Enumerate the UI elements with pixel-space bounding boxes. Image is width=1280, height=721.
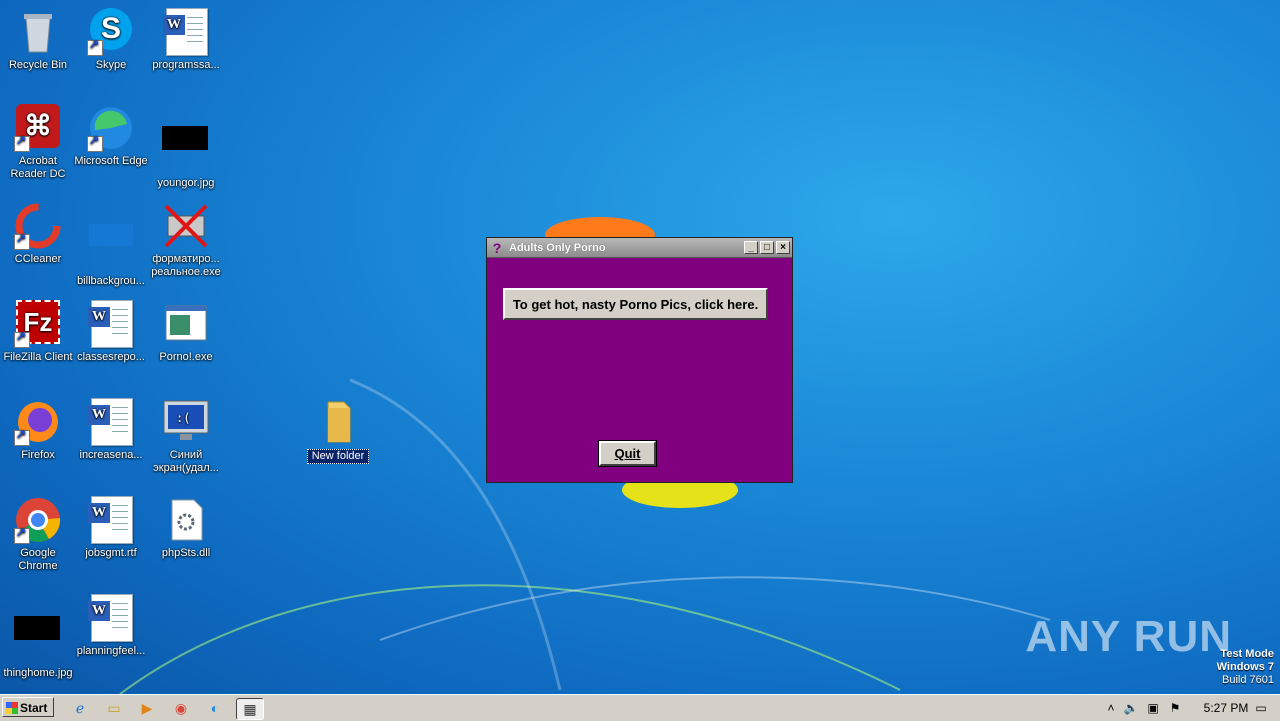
ie-icon[interactable]: ℯ [70,698,90,718]
windows-flag-icon [6,702,18,714]
desktop-icon-recycle-bin[interactable]: Recycle Bin [0,8,76,72]
svg-text::(: :( [176,411,190,425]
minimize-button[interactable]: _ [744,241,758,254]
desktop-icon-skype[interactable]: S Skype [73,8,149,72]
desktop-icon-firefox[interactable]: Firefox [0,398,76,462]
desktop-icon-programssa[interactable]: W programssa... [148,8,224,72]
broken-executable-icon [162,202,210,250]
action-center-flag-icon[interactable]: ⚑ [1164,701,1186,715]
desktop-icon-classesrepo[interactable]: W classesrepo... [73,300,149,364]
word-document-icon: W [162,8,210,56]
shortcut-arrow-icon [14,330,30,348]
running-app-icon[interactable]: ▦ [236,698,264,720]
network-icon[interactable]: ▣ [1142,701,1164,715]
shortcut-arrow-icon [14,232,30,250]
desktop-icon-new-folder[interactable]: New folder [300,398,376,464]
acrobat-icon: ⌘ [14,104,62,152]
desktop-icon-porno-exe[interactable]: Porno!.exe [148,300,224,364]
ccleaner-icon [14,202,62,250]
clock[interactable]: 5:27 PM [1198,701,1254,715]
word-document-icon: W [87,496,135,544]
desktop-icon-billbackground[interactable]: billbackgrou... [73,202,149,288]
desktop-icon-ccleaner[interactable]: CCleaner [0,202,76,266]
chrome-taskbar-icon[interactable]: ◉ [171,698,191,718]
test-mode-line2: Windows 7 [1216,661,1274,673]
image-thumbnail-icon [14,616,62,664]
shortcut-arrow-icon [14,428,30,446]
taskbar: Start ℯ ▭ ▶ ◉ ◐ ▦ ˄ 🔈 ▣ ⚑ 5:27 PM ▭ [0,694,1280,721]
word-document-icon: W [87,594,135,642]
window-titlebar[interactable]: ? Adults Only Porno _ □ × [487,238,792,258]
edge-icon [87,104,135,152]
desktop-icon-increasena[interactable]: W increasena... [73,398,149,462]
desktop-icon-filezilla[interactable]: Fz FileZilla Client [0,300,76,364]
folder-icon [314,398,362,446]
word-document-icon: W [87,300,135,348]
explorer-folder-icon[interactable]: ▭ [104,698,124,718]
desktop-icon-chrome[interactable]: Google Chrome [0,496,76,573]
desktop-icon-acrobat[interactable]: ⌘ Acrobat Reader DC [0,104,76,181]
image-thumbnail-icon [87,224,135,272]
desktop-icon-formatirovanie[interactable]: форматиро... реальное.exe [148,202,224,279]
quit-button[interactable]: Quit [598,440,657,467]
start-button[interactable]: Start [2,697,54,717]
shortcut-arrow-icon [87,134,103,152]
image-thumbnail-icon [162,126,210,174]
desktop-icon-planningfeel[interactable]: W planningfeel... [73,594,149,658]
adults-only-window: ? Adults Only Porno _ □ × To get hot, na… [486,237,793,483]
word-document-icon: W [87,398,135,446]
media-player-icon[interactable]: ▶ [137,698,157,718]
dll-gear-icon [162,496,210,544]
executable-icon [162,300,210,348]
window-title: Adults Only Porno [509,241,606,254]
maximize-button[interactable]: □ [760,241,774,254]
chrome-icon [14,496,62,544]
recycle-bin-icon [14,8,62,56]
skype-icon: S [87,8,135,56]
edge-taskbar-icon[interactable]: ◐ [205,698,225,718]
test-mode-line3: Build 7601 [1222,674,1274,686]
desktop-icon-jobsgmt[interactable]: W jobsgmt.rtf [73,496,149,560]
close-button[interactable]: × [776,241,790,254]
filezilla-icon: Fz [14,300,62,348]
shortcut-arrow-icon [14,526,30,544]
desktop-icon-phpsts[interactable]: phpSts.dll [148,496,224,560]
click-here-button[interactable]: To get hot, nasty Porno Pics, click here… [503,288,768,320]
desktop-icon-thinghome[interactable]: thinghome.jpg [0,598,76,680]
firefox-icon [14,398,62,446]
shortcut-arrow-icon [14,134,30,152]
volume-icon[interactable]: 🔈 [1120,701,1142,715]
shortcut-arrow-icon [87,38,103,56]
anyrun-watermark: ANY RUN [1025,612,1232,661]
monitor-icon: :( [162,398,210,446]
test-mode-notice: Test Mode Windows 7 Build 7601 [1217,648,1274,687]
start-label: Start [20,701,48,715]
system-tray: ˄ 🔈 ▣ ⚑ 5:27 PM ▭ [1102,697,1280,719]
show-desktop-icon[interactable]: ▭ [1254,701,1268,715]
test-mode-line1: Test Mode [1220,648,1274,660]
tray-expand-icon[interactable]: ˄ [1102,701,1120,715]
desktop-icon-blue-screen[interactable]: :( Синий экран(удал... [148,398,224,475]
desktop-icon-youngor[interactable]: youngor.jpg [148,104,224,190]
question-mark-icon: ? [492,239,502,256]
desktop-icon-edge[interactable]: Microsoft Edge [73,104,149,168]
